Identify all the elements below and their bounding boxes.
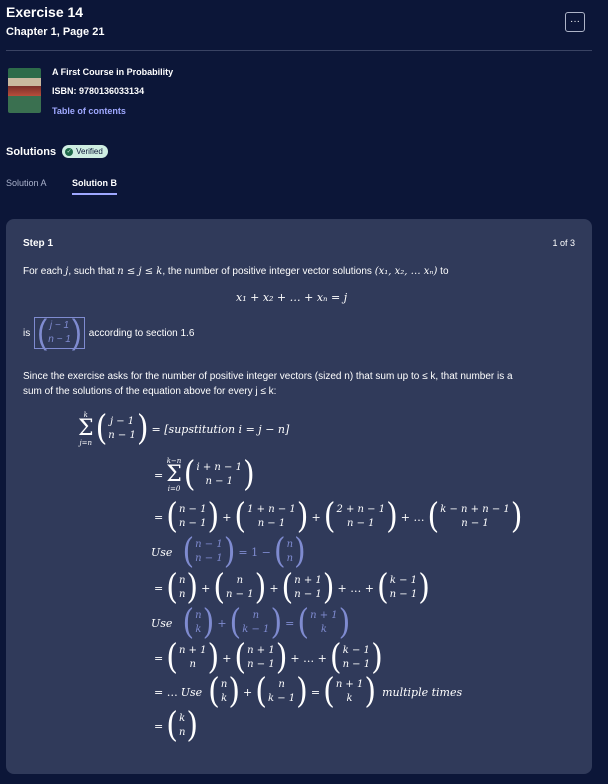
math-condition: n ≤ j ≤ k [117, 266, 163, 277]
text: , the number of positive integer vector … [162, 266, 375, 277]
use-label: Use [151, 616, 173, 630]
use-label: Use [180, 685, 203, 699]
math-vector: (x₁, x₂, … xₙ) [374, 266, 438, 277]
paragraph-binom: is ( j − 1n − 1 ) according to section 1… [23, 313, 195, 352]
tab-solution-b[interactable]: Solution B [72, 178, 117, 195]
table-of-contents-link[interactable]: Table of contents [52, 106, 126, 116]
page-subtitle: Chapter 1, Page 21 [6, 26, 105, 38]
page-title: Exercise 14 [6, 4, 84, 20]
tab-solution-a[interactable]: Solution A [6, 178, 47, 188]
step-title: Step 1 [23, 238, 54, 249]
equation-display: x₁ + x₂ + … + xₙ = j [236, 291, 347, 304]
book-title: A First Course in Probability [52, 67, 174, 77]
verified-label: Verified [76, 147, 103, 156]
derivation-line-6: = … Use (n k) + (n k − 1) = (n + 1 k) multi… [154, 671, 463, 712]
derivation-line-1: k Σj=n (j − 1n − 1) = [supstitution i = j… [78, 408, 290, 449]
header: Exercise 14 Chapter 1, Page 21 ··· [0, 0, 608, 50]
text: , such that [68, 266, 118, 277]
binom-bottom: n − 1 [48, 334, 71, 345]
book-cover-image[interactable] [8, 68, 41, 113]
derivation-use-1: Use (n − 1n − 1) = 1 − (n n) [151, 531, 306, 572]
paragraph-since-1: Since the exercise asks for the number o… [23, 371, 513, 382]
derivation-line-final: = (k n) [154, 705, 199, 746]
more-options-button[interactable]: ··· [565, 12, 585, 32]
text: according to section 1.6 [88, 327, 195, 339]
text: is [23, 327, 31, 339]
paragraph-intro: For each j, such that n ≤ j ≤ k, the num… [23, 264, 449, 279]
substitution-note: = [supstitution i = j − n] [151, 422, 290, 436]
more-horizontal-icon: ··· [570, 16, 580, 27]
solution-card: Step 1 1 of 3 For each j, such that n ≤ … [6, 219, 592, 774]
step-counter: 1 of 3 [552, 238, 575, 248]
paragraph-since-2: sum of the solutions of the equation abo… [23, 386, 277, 397]
final-top: k [179, 713, 186, 724]
book-isbn: ISBN: 9780136033134 [52, 86, 145, 96]
header-divider [6, 50, 592, 51]
derivation-line-4: = (n n) + (n n − 1) + (n + 1n − 1) + … + (… [154, 567, 430, 608]
boxed-binomial: ( j − 1n − 1 ) [34, 313, 85, 352]
derivation-use-2: Use (n k) + (n k − 1) = (n + 1 k) [151, 602, 351, 643]
verified-badge: ✓ Verified [62, 145, 108, 158]
text: to [437, 266, 449, 277]
check-icon: ✓ [65, 147, 74, 156]
solutions-heading: Solutions ✓ Verified [6, 145, 108, 158]
derivation-line-2: = k−n Σi=0 (i + n − 1n − 1) [154, 454, 255, 495]
multiple-times-note: multiple times [382, 685, 463, 699]
use-label: Use [151, 545, 173, 559]
equation: x₁ + x₂ + … + xₙ = j [236, 291, 348, 304]
binom-top: j − 1 [49, 320, 70, 331]
derivation-line-5: = (n + 1 n) + (n + 1n − 1) + … + (k − 1n … [154, 637, 383, 678]
solutions-label: Solutions [6, 145, 57, 158]
derivation-line-3: = (n − 1n − 1) + (1 + n − 1n − 1) + (2 +… [154, 496, 523, 537]
text: For each [23, 266, 66, 277]
final-bottom: n [178, 727, 186, 738]
binomial: ( j − 1n − 1 ) [37, 313, 82, 352]
